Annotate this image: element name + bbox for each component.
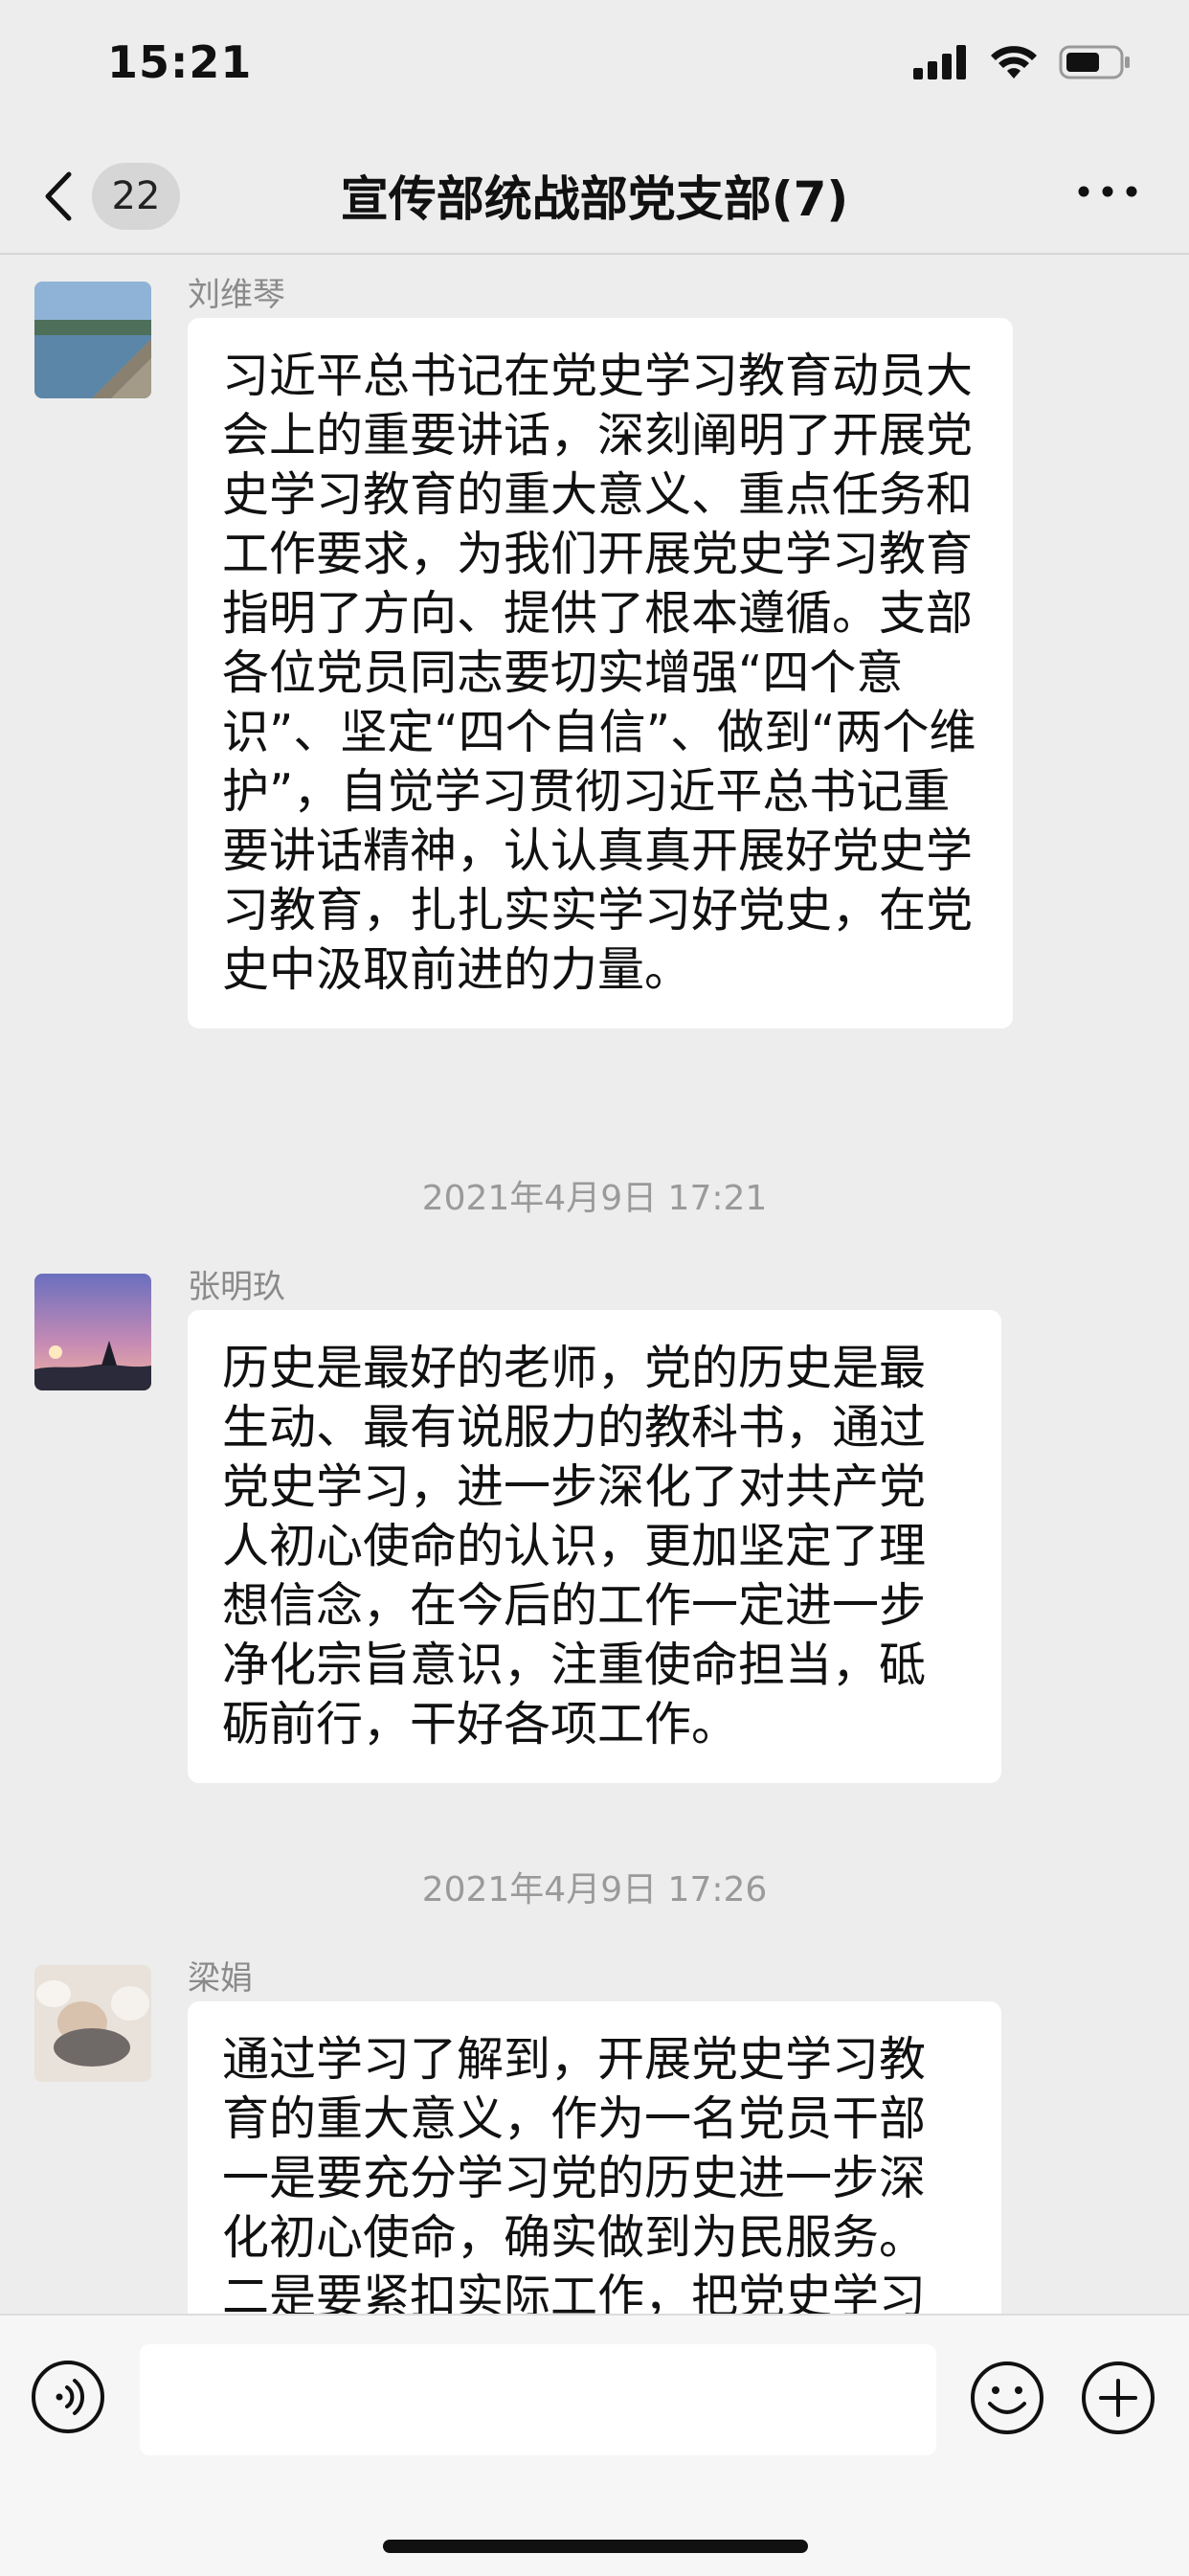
voice-icon (32, 2361, 104, 2433)
sender-name: 梁娟 (188, 1959, 253, 1998)
message-timestamp: 2021年4月9日 17:26 (421, 1870, 768, 1909)
nav-bar: 22 宣传部统战部党支部(7) (0, 134, 1189, 255)
home-indicator (383, 2540, 808, 2553)
emoji-button[interactable] (969, 2360, 1045, 2436)
sender-name: 刘维琴 (188, 276, 285, 314)
status-icons (913, 44, 1132, 80)
baby-photo-avatar[interactable] (34, 1965, 151, 2082)
chat-message-list[interactable]: 刘维琴 习近平总书记在党史学习教育动员大会上的重要讲话，深刻阐明了开展党史学习教… (0, 255, 1189, 2314)
message-bubble[interactable]: 历史是最好的老师，党的历史是最生动、最有说服力的教科书，通过党史学习，进一步深化… (188, 1310, 1001, 1783)
sender-name: 张明玖 (188, 1268, 285, 1306)
message-timestamp: 2021年4月9日 17:21 (421, 1179, 768, 1218)
voice-input-button[interactable] (31, 2360, 105, 2434)
battery-icon (1059, 45, 1130, 79)
plus-icon (1082, 2361, 1155, 2434)
message-input[interactable] (140, 2344, 936, 2455)
sunset-avatar[interactable] (34, 1274, 151, 1390)
wifi-icon (991, 46, 1037, 79)
status-bar: 15:21 (0, 0, 1189, 134)
cellular-signal-icon (913, 45, 966, 79)
input-bar (0, 2314, 1189, 2576)
more-button[interactable] (1074, 163, 1141, 220)
chat-title: 宣传部统战部党支部(7) (340, 171, 849, 227)
more-dots-icon (1078, 186, 1137, 197)
emoji-icon (971, 2361, 1043, 2434)
lake-shore-avatar[interactable] (34, 282, 151, 398)
more-functions-button[interactable] (1080, 2360, 1156, 2436)
status-time: 15:21 (107, 36, 253, 88)
message-bubble[interactable]: 习近平总书记在党史学习教育动员大会上的重要讲话，深刻阐明了开展党史学习教育的重大… (188, 318, 1013, 1028)
message-bubble[interactable]: 通过学习了解到，开展党史学习教育的重大意义，作为一名党员干部一是要充分学习党的历… (188, 2001, 1001, 2314)
